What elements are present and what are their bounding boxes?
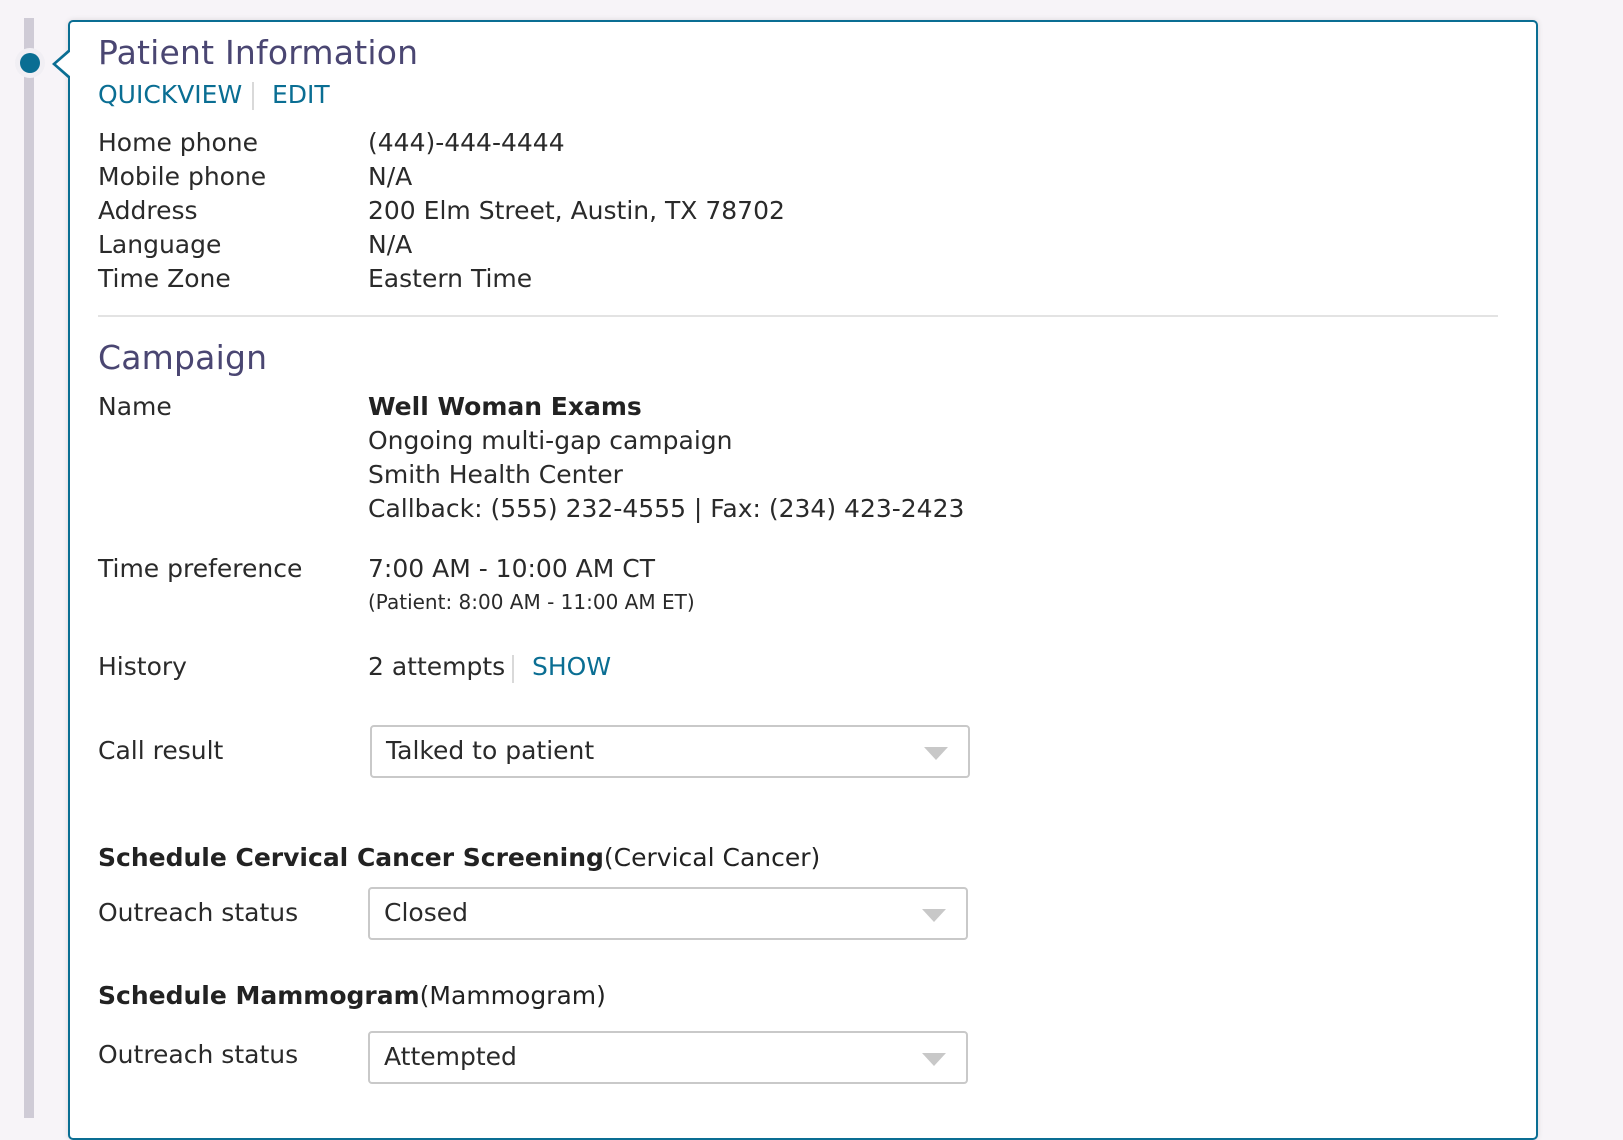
link-separator <box>252 82 254 110</box>
field-label-time-zone: Time Zone <box>98 264 231 293</box>
field-label-home-phone: Home phone <box>98 128 259 157</box>
history-show-link[interactable]: SHOW <box>532 652 611 681</box>
outreach-status-value-cervical: Closed <box>384 898 468 927</box>
timeline-track <box>24 18 34 1118</box>
field-value-mobile-phone: N/A <box>368 162 413 191</box>
field-value-address: 200 Elm Street, Austin, TX 78702 <box>368 196 785 225</box>
campaign-contact: Callback: (555) 232-4555 | Fax: (234) 42… <box>368 494 965 523</box>
time-preference-patient: (Patient: 8:00 AM - 11:00 AM ET) <box>368 590 695 614</box>
field-label-address: Address <box>98 196 198 225</box>
campaign-name: Well Woman Exams <box>368 392 642 421</box>
gap-title-paren: (Cervical Cancer) <box>603 843 821 872</box>
call-result-value: Talked to patient <box>386 736 595 765</box>
field-value-time-zone: Eastern Time <box>368 264 533 293</box>
field-label-language: Language <box>98 230 222 259</box>
call-result-label: Call result <box>98 736 224 765</box>
chevron-down-icon <box>922 909 946 922</box>
field-label-mobile-phone: Mobile phone <box>98 162 267 191</box>
chevron-down-icon <box>924 747 948 760</box>
timeline-dot <box>20 53 40 73</box>
field-value-home-phone: (444)-444-4444 <box>368 128 565 157</box>
campaign-center: Smith Health Center <box>368 460 623 489</box>
history-label: History <box>98 652 187 681</box>
outreach-status-label-cervical: Outreach status <box>98 898 299 927</box>
section-divider <box>98 315 1498 317</box>
outreach-status-dropdown-mammogram[interactable]: Attempted <box>368 1031 968 1084</box>
campaign-title: Campaign <box>98 338 268 377</box>
history-separator <box>512 655 514 683</box>
call-result-dropdown[interactable]: Talked to patient <box>370 725 970 778</box>
edit-link[interactable]: EDIT <box>272 80 330 109</box>
gap-title-paren: (Mammogram) <box>419 981 606 1010</box>
time-preference-value: 7:00 AM - 10:00 AM CT <box>368 554 656 583</box>
field-value-language: N/A <box>368 230 413 259</box>
gap-title-bold: Schedule Cervical Cancer Screening <box>98 843 604 872</box>
outreach-status-value-mammogram: Attempted <box>384 1042 517 1071</box>
outreach-status-label-mammogram: Outreach status <box>98 1040 299 1069</box>
campaign-name-label: Name <box>98 392 172 421</box>
time-preference-label: Time preference <box>98 554 303 583</box>
gap-title-mammogram: Schedule Mammogram(Mammogram) <box>98 981 606 1010</box>
page-title: Patient Information <box>98 33 419 72</box>
history-value: 2 attempts <box>368 652 506 681</box>
gap-title-bold: Schedule Mammogram <box>98 981 420 1010</box>
outreach-status-dropdown-cervical[interactable]: Closed <box>368 887 968 940</box>
quickview-link[interactable]: QUICKVIEW <box>98 80 242 109</box>
chevron-down-icon <box>922 1053 946 1066</box>
gap-title-cervical: Schedule Cervical Cancer Screening(Cervi… <box>98 843 820 872</box>
campaign-description: Ongoing multi-gap campaign <box>368 426 733 455</box>
